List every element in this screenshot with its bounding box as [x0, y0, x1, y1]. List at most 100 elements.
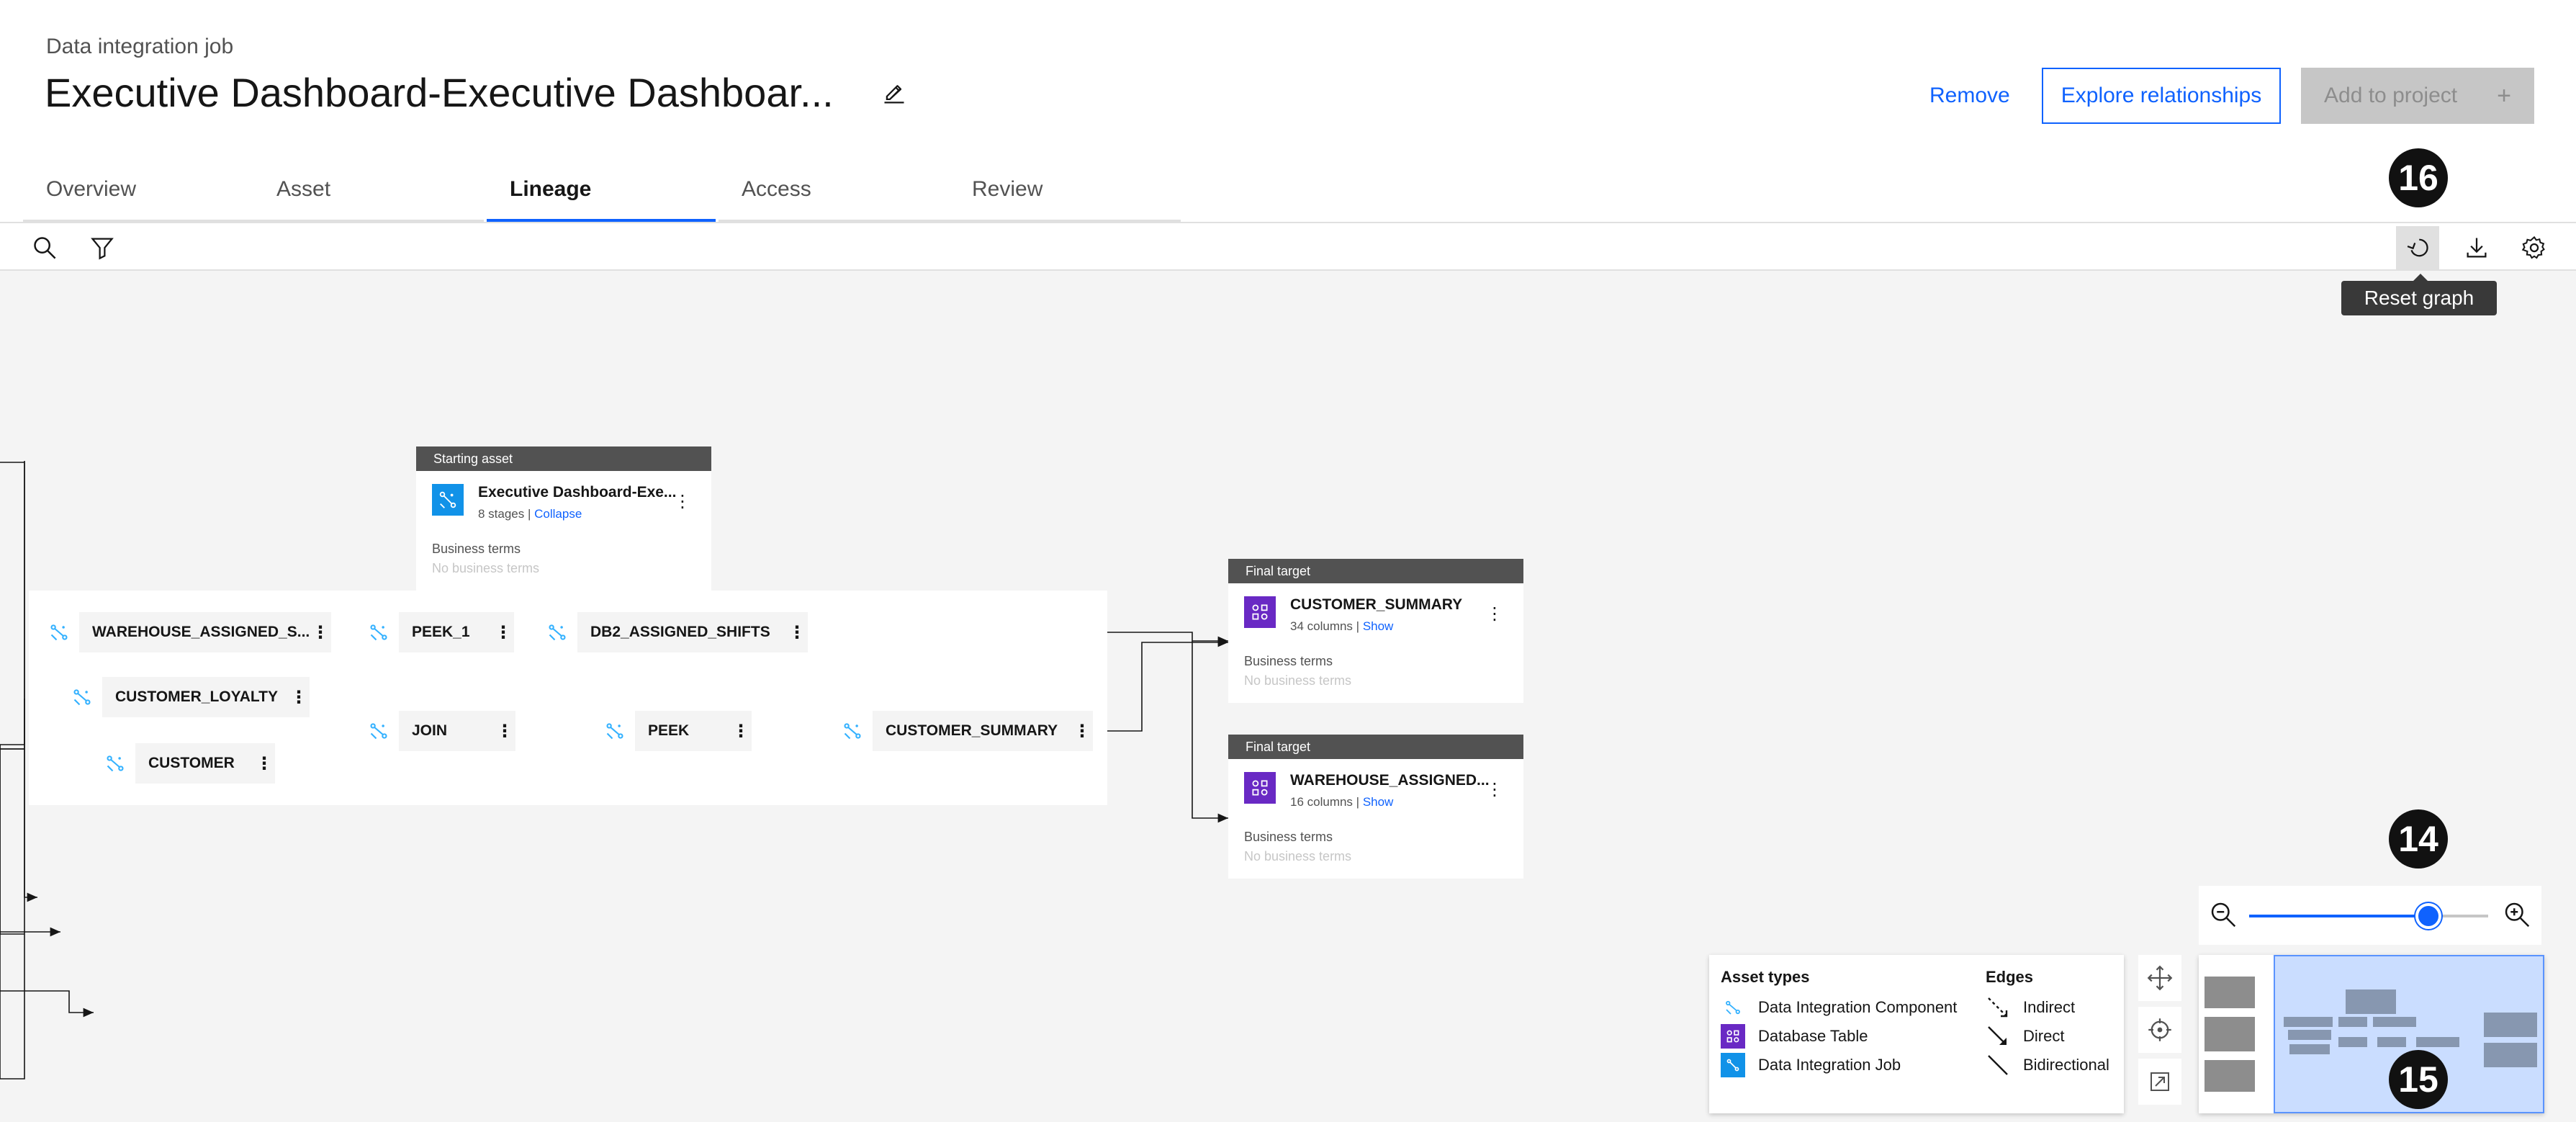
data-integration-component-icon: [595, 711, 635, 751]
annotation-marker: 14: [2389, 809, 2448, 869]
column-count: 16 columns: [1290, 795, 1353, 809]
show-link[interactable]: Show: [1363, 795, 1394, 809]
zoom-slider-thumb[interactable]: [2415, 903, 2441, 929]
fit-to-screen-icon[interactable]: [2138, 1059, 2181, 1105]
minimap-node: [2205, 1060, 2255, 1092]
legend-panel: Asset types Edges Data Integration Compo…: [1709, 955, 2124, 1113]
minimap-node: [2416, 1037, 2459, 1047]
overflow-menu-icon[interactable]: ⋮: [1071, 721, 1093, 742]
explore-relationships-button[interactable]: Explore relationships: [2042, 68, 2281, 124]
edit-icon[interactable]: [881, 81, 907, 107]
card-header: Starting asset: [416, 446, 711, 471]
filter-icon[interactable]: [86, 232, 118, 264]
node-join[interactable]: JOIN ⋮: [359, 711, 515, 751]
indirect-edge-icon: [1986, 995, 2010, 1020]
overflow-menu-icon[interactable]: ⋮: [1486, 779, 1503, 800]
page-title: Executive Dashboard-Executive Dashboar..…: [45, 70, 834, 115]
legend-item: Data Integration Job: [1721, 1053, 1901, 1077]
minimap-node: [2373, 1017, 2416, 1027]
tab-bar: Overview Asset Lineage Access Review: [23, 177, 1181, 222]
node-customer[interactable]: CUSTOMER ⋮: [95, 743, 275, 784]
business-terms-label: Business terms: [1244, 830, 1333, 844]
data-integration-component-icon: [39, 612, 79, 652]
node-peek[interactable]: PEEK ⋮: [595, 711, 752, 751]
annotation-marker: 15: [2389, 1050, 2448, 1109]
minimap-node: [2346, 989, 2396, 1014]
node-customer-loyalty[interactable]: CUSTOMER_LOYALTY ⋮: [62, 677, 310, 717]
asset-name: Executive Dashboard-Exe...: [478, 484, 677, 501]
node-label: PEEK: [648, 722, 690, 739]
tab-review[interactable]: Review: [949, 177, 1181, 222]
lineage-toolbar: [0, 222, 2576, 271]
starting-asset-card[interactable]: Starting asset Executive Dashboard-Exe..…: [416, 446, 711, 595]
node-label: DB2_ASSIGNED_SHIFTS: [590, 624, 770, 640]
pan-icon[interactable]: [2138, 955, 2181, 1001]
overflow-menu-icon[interactable]: ⋮: [310, 622, 331, 643]
legend-item: Bidirectional: [1986, 1053, 2109, 1077]
final-target-card[interactable]: Final target CUSTOMER_SUMMARY 34 columns…: [1228, 559, 1523, 703]
data-integration-component-icon: [537, 612, 577, 652]
node-peek-1[interactable]: PEEK_1 ⋮: [359, 612, 514, 652]
asset-type-label: Data integration job: [46, 35, 234, 58]
direct-edge-icon: [1986, 1024, 2010, 1049]
bidirectional-edge-icon: [1986, 1053, 2010, 1077]
data-integration-component-icon: [359, 612, 399, 652]
data-integration-component-icon: [95, 743, 135, 784]
minimap-node: [2288, 1030, 2331, 1040]
final-target-card[interactable]: Final target WAREHOUSE_ASSIGNED... 16 co…: [1228, 735, 1523, 879]
lineage-canvas[interactable]: Starting asset Executive Dashboard-Exe..…: [0, 271, 2576, 1122]
show-link[interactable]: Show: [1363, 619, 1394, 633]
overflow-menu-icon[interactable]: ⋮: [674, 491, 691, 512]
minimap-node: [2338, 1037, 2367, 1047]
overflow-menu-icon[interactable]: ⋮: [494, 721, 515, 742]
legend-label: Indirect: [2023, 998, 2076, 1016]
settings-icon[interactable]: [2518, 232, 2550, 264]
minimap-node: [2484, 1013, 2537, 1037]
database-table-icon: [1244, 772, 1276, 804]
node-customer-summary[interactable]: CUSTOMER_SUMMARY ⋮: [832, 711, 1093, 751]
overflow-menu-icon[interactable]: ⋮: [492, 622, 514, 643]
stage-count: 8 stages: [478, 507, 525, 521]
node-db2-assigned-shifts[interactable]: DB2_ASSIGNED_SHIFTS ⋮: [537, 612, 808, 652]
node-warehouse-assigned[interactable]: WAREHOUSE_ASSIGNED_S... ⋮: [39, 612, 331, 652]
overflow-menu-icon[interactable]: ⋮: [288, 687, 310, 708]
collapse-link[interactable]: Collapse: [534, 507, 582, 521]
minimap-node: [2338, 1017, 2367, 1027]
legend-item: Data Integration Component: [1721, 995, 1957, 1020]
search-icon[interactable]: [29, 232, 60, 264]
add-to-project-label: Add to project: [2324, 84, 2458, 107]
zoom-in-icon[interactable]: [2503, 900, 2531, 933]
tab-access[interactable]: Access: [719, 177, 949, 222]
legend-item: Database Table: [1721, 1024, 1868, 1049]
legend-item: Direct: [1986, 1024, 2064, 1049]
zoom-slider-track[interactable]: [2249, 903, 2488, 929]
tab-asset[interactable]: Asset: [253, 177, 484, 222]
minimap-node: [2484, 1043, 2537, 1067]
database-table-icon: [1721, 1024, 1745, 1049]
center-focus-icon[interactable]: [2138, 1007, 2181, 1053]
download-icon[interactable]: [2461, 232, 2492, 264]
data-integration-component-icon: [1721, 995, 1745, 1020]
overflow-menu-icon[interactable]: ⋮: [1486, 603, 1503, 624]
tab-overview[interactable]: Overview: [23, 177, 253, 222]
minimap[interactable]: [2199, 955, 2544, 1113]
node-label: JOIN: [412, 722, 448, 739]
no-business-terms: No business terms: [1244, 849, 1352, 863]
minimap-node: [2205, 1017, 2255, 1051]
no-business-terms: No business terms: [1244, 673, 1352, 688]
zoom-out-icon[interactable]: [2209, 900, 2238, 933]
overflow-menu-icon[interactable]: ⋮: [786, 622, 808, 643]
legend-label: Data Integration Component: [1758, 998, 1958, 1016]
reset-graph-tooltip: Reset graph: [2341, 274, 2497, 315]
database-table-icon: [1244, 596, 1276, 628]
remove-button[interactable]: Remove: [1915, 68, 2025, 124]
minimap-node: [2284, 1017, 2333, 1027]
overflow-menu-icon[interactable]: ⋮: [730, 721, 752, 742]
legend-label: Database Table: [1758, 1027, 1868, 1045]
business-terms-label: Business terms: [432, 542, 521, 556]
overflow-menu-icon[interactable]: ⋮: [253, 753, 275, 774]
tab-lineage[interactable]: Lineage: [487, 177, 716, 222]
add-to-project-button[interactable]: Add to project +: [2301, 68, 2534, 124]
reset-graph-icon[interactable]: [2396, 226, 2439, 269]
data-integration-component-icon: [62, 677, 102, 717]
